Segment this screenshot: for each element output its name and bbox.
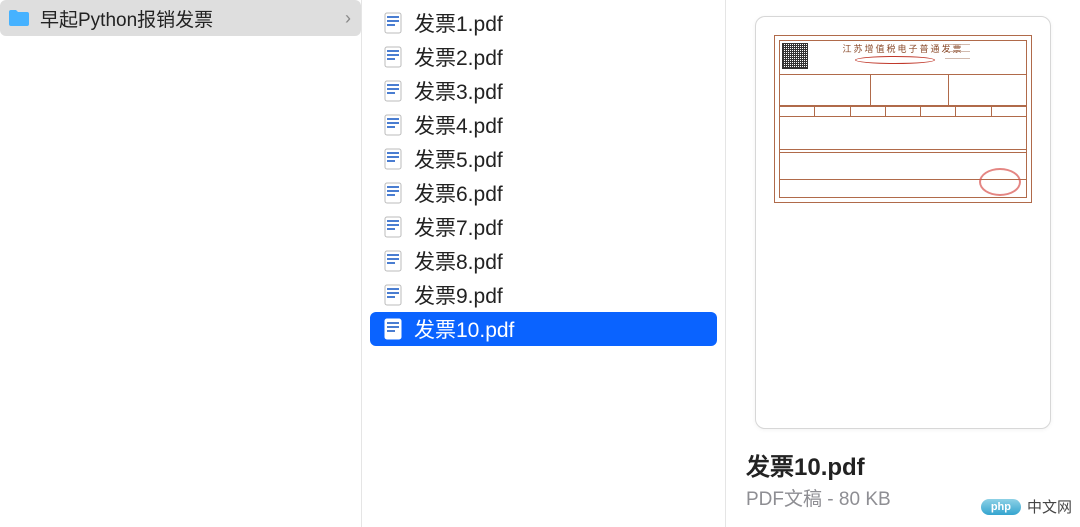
invoice-document-icon: 江苏增值税电子普通发票 ——————————————— <box>774 35 1032 203</box>
file-list: 发票1.pdf 发票2.pdf 发票3.pdf 发票4.pdf 发票5.pdf … <box>362 0 726 527</box>
folder-icon <box>8 9 30 27</box>
file-row[interactable]: 发票3.pdf <box>370 74 717 108</box>
pdf-file-icon <box>382 114 404 136</box>
sidebar-item-folder[interactable]: 早起Python报销发票 › <box>0 0 361 36</box>
file-name: 发票2.pdf <box>414 42 503 72</box>
preview-filename: 发票10.pdf <box>746 447 1064 482</box>
file-row[interactable]: 发票5.pdf <box>370 142 717 176</box>
file-name: 发票8.pdf <box>414 246 503 276</box>
file-row[interactable]: 发票4.pdf <box>370 108 717 142</box>
file-name: 发票7.pdf <box>414 212 503 242</box>
pdf-file-icon <box>382 216 404 238</box>
file-row[interactable]: 发票6.pdf <box>370 176 717 210</box>
pdf-file-icon <box>382 46 404 68</box>
pdf-file-icon <box>382 182 404 204</box>
file-name: 发票10.pdf <box>414 314 514 344</box>
site-watermark: php 中文网 <box>981 496 1072 517</box>
file-name: 发票6.pdf <box>414 178 503 208</box>
watermark-badge: php <box>981 499 1021 515</box>
file-name: 发票3.pdf <box>414 76 503 106</box>
chevron-right-icon: › <box>345 8 351 29</box>
preview-file-type: PDF文稿 <box>746 489 822 510</box>
pdf-file-icon <box>382 250 404 272</box>
file-name: 发票5.pdf <box>414 144 503 174</box>
preview-file-size: 80 KB <box>839 489 891 510</box>
file-row[interactable]: 发票10.pdf <box>370 312 717 346</box>
preview-thumbnail[interactable]: 江苏增值税电子普通发票 ——————————————— <box>755 16 1051 429</box>
file-name: 发票4.pdf <box>414 110 503 140</box>
file-row[interactable]: 发票9.pdf <box>370 278 717 312</box>
file-row[interactable]: 发票8.pdf <box>370 244 717 278</box>
watermark-text: 中文网 <box>1027 496 1072 517</box>
pdf-file-icon <box>382 12 404 34</box>
pdf-file-icon <box>382 148 404 170</box>
file-row[interactable]: 发票2.pdf <box>370 40 717 74</box>
sidebar-item-label: 早起Python报销发票 <box>40 5 345 32</box>
pdf-file-icon <box>382 284 404 306</box>
file-row[interactable]: 发票7.pdf <box>370 210 717 244</box>
pdf-file-icon <box>382 80 404 102</box>
file-name: 发票1.pdf <box>414 8 503 38</box>
pdf-file-icon <box>382 318 404 340</box>
file-row[interactable]: 发票1.pdf <box>370 6 717 40</box>
file-name: 发票9.pdf <box>414 280 503 310</box>
